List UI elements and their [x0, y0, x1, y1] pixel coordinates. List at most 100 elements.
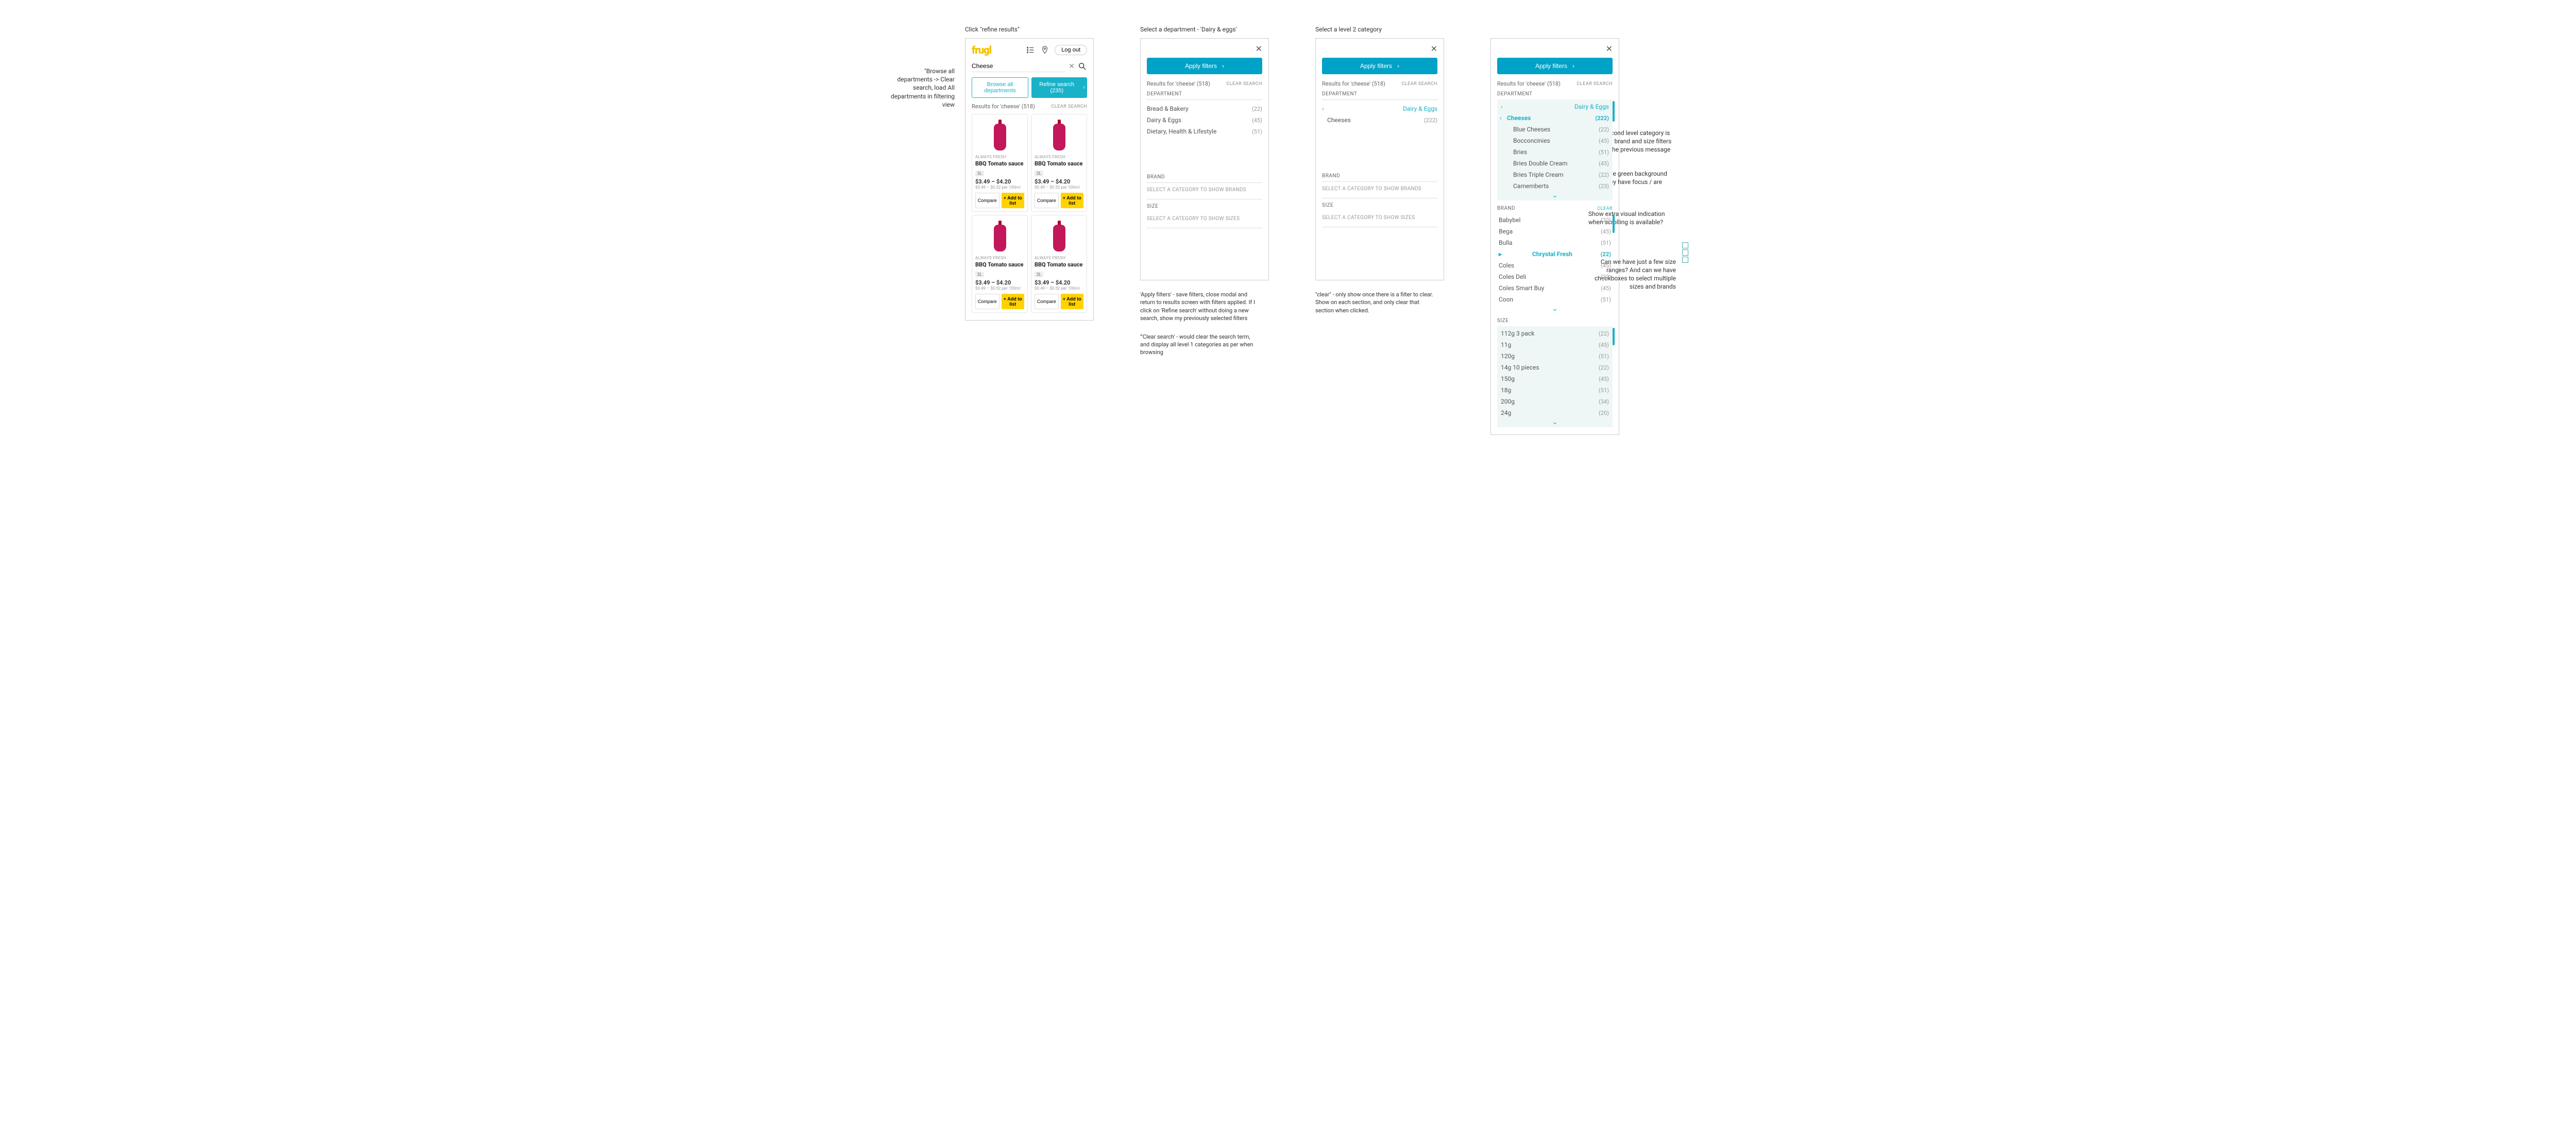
brand-placeholder: SELECT A CATEGORY TO SHOW BRANDS — [1322, 182, 1437, 193]
dept-row[interactable]: Dietary, Health & Lifestyle(51) — [1147, 126, 1262, 137]
category-row-cheeses[interactable]: Cheeses(222) — [1322, 114, 1437, 126]
compare-button[interactable]: Compare — [1035, 294, 1059, 309]
location-icon[interactable] — [1040, 45, 1049, 55]
brand-row[interactable]: ▸Chrystal Fresh(22) — [1499, 248, 1611, 260]
apply-label: Apply filters — [1360, 62, 1392, 70]
size-row[interactable]: 14g 10 pieces(22) — [1501, 362, 1609, 373]
brand-header: BRAND — [1322, 173, 1437, 182]
product-price: $3.49 – $4.20 — [975, 178, 1024, 185]
brand-row[interactable]: Bulla(51) — [1499, 237, 1611, 248]
product-size: 2L — [1035, 171, 1043, 176]
product-name: BBQ Tomato sauce — [1035, 160, 1083, 167]
department-header: DEPARTMENT — [1147, 91, 1262, 100]
product-image — [975, 219, 1024, 254]
size-placeholder: SELECT A CATEGORY TO SHOW SIZES — [1147, 212, 1262, 223]
size-row[interactable]: 150g(45) — [1501, 373, 1609, 384]
apply-label: Apply filters — [1535, 62, 1567, 70]
compare-button[interactable]: Compare — [975, 294, 999, 309]
compare-button[interactable]: Compare — [975, 193, 999, 208]
product-unit-price: $0.49 – $0.52 per 100ml — [975, 185, 1024, 190]
department-header: DEPARTMENT — [1322, 91, 1437, 100]
scrollbar-icon[interactable] — [1613, 328, 1615, 345]
scrollbar-icon[interactable] — [1613, 101, 1615, 122]
dept-back-row[interactable]: Dairy & Eggs — [1501, 101, 1609, 112]
show-more-sizes[interactable]: ⌄ — [1501, 418, 1609, 426]
dept-row[interactable]: Dairy & Eggs(45) — [1147, 114, 1262, 126]
product-size: 2L — [1035, 272, 1043, 277]
size-placeholder: SELECT A CATEGORY TO SHOW SIZES — [1322, 211, 1437, 222]
subcat-row[interactable]: Bries Triple Cream(22) — [1507, 169, 1609, 180]
scrollbar-icon[interactable] — [1613, 214, 1615, 233]
size-row[interactable]: 200g(34) — [1501, 396, 1609, 407]
logout-button[interactable]: Log out — [1055, 45, 1087, 55]
add-to-list-button[interactable]: + Add to list — [1002, 294, 1025, 309]
close-icon[interactable]: ✕ — [1431, 44, 1437, 54]
hint-checkbox — [1682, 242, 1688, 248]
clear-search-link[interactable]: CLEAR SEARCH — [1401, 81, 1437, 87]
list-icon[interactable] — [1026, 45, 1035, 55]
product-brand: ALWAYS FRESH — [975, 256, 1024, 260]
add-to-list-button[interactable]: + Add to list — [1061, 193, 1084, 208]
add-to-list-button[interactable]: + Add to list — [1061, 294, 1084, 309]
product-unit-price: $0.49 – $0.52 per 100ml — [975, 286, 1024, 291]
search-icon[interactable] — [1078, 62, 1087, 71]
department-scroll-block[interactable]: Dairy & Eggs ‹ Cheeses(222) Blue Cheeses… — [1497, 99, 1613, 200]
brand-row[interactable]: Bega(45) — [1499, 226, 1611, 237]
chevron-right-icon: › — [1572, 62, 1574, 70]
product-card: ALWAYS FRESH BBQ Tomato sauce 2L $3.49 –… — [1031, 114, 1087, 212]
subcat-row[interactable]: Bries(51) — [1507, 146, 1609, 158]
product-brand: ALWAYS FRESH — [1035, 155, 1083, 159]
product-card: ALWAYS FRESH BBQ Tomato sauce 2L $3.49 –… — [972, 114, 1028, 212]
product-unit-price: $0.49 – $0.52 per 100ml — [1035, 286, 1083, 291]
subcat-row[interactable]: Bries Double Cream(45) — [1507, 158, 1609, 169]
brand-row[interactable]: Babybel(22) — [1499, 214, 1611, 226]
product-name: BBQ Tomato sauce — [975, 261, 1024, 268]
category-cheeses-active[interactable]: ‹ Cheeses(222) — [1501, 112, 1609, 124]
hint-checkbox — [1682, 249, 1688, 256]
apply-filters-button[interactable]: Apply filters› — [1147, 58, 1262, 74]
product-name: BBQ Tomato sauce — [1035, 261, 1083, 268]
caption-apply: 'Apply filters' - save filters, close mo… — [1140, 291, 1259, 323]
clear-search-link[interactable]: CLEAR SEARCH — [1226, 81, 1262, 87]
size-row[interactable]: 11g(45) — [1501, 339, 1609, 350]
brand-row[interactable]: Coles(45) — [1499, 260, 1611, 271]
apply-filters-button[interactable]: Apply filters› — [1322, 58, 1437, 74]
subcat-row[interactable]: Camemberts(23) — [1507, 180, 1609, 192]
size-row[interactable]: 112g 3 pack(22) — [1501, 328, 1609, 339]
refine-search-button[interactable]: Refine search (235)› — [1031, 77, 1087, 98]
brand-row[interactable]: Coon(51) — [1499, 294, 1611, 305]
brand-placeholder: SELECT A CATEGORY TO SHOW BRANDS — [1147, 183, 1262, 194]
product-card: ALWAYS FRESH BBQ Tomato sauce 2L $3.49 –… — [972, 215, 1028, 313]
clear-search-link[interactable]: CLEAR SEARCH — [1051, 104, 1087, 109]
size-row[interactable]: 18g(51) — [1501, 384, 1609, 396]
caption-clear: "clear" - only show once there is a filt… — [1315, 291, 1434, 314]
screen-results: frugl Log out ✕ Brow — [965, 38, 1094, 321]
size-header: SIZE — [1497, 318, 1613, 326]
size-header: SIZE — [1147, 204, 1262, 212]
dept-back-row[interactable]: Dairy & Eggs — [1322, 103, 1437, 114]
subcat-row[interactable]: Blue Cheeses(22) — [1507, 124, 1609, 135]
product-brand: ALWAYS FRESH — [1035, 256, 1083, 260]
checkbox-hints — [1682, 242, 1688, 263]
add-to-list-button[interactable]: + Add to list — [1002, 193, 1025, 208]
clear-input-icon[interactable]: ✕ — [1069, 62, 1075, 71]
subcat-row[interactable]: Bocconcinies(45) — [1507, 135, 1609, 146]
search-input[interactable] — [972, 60, 1065, 72]
browse-all-button[interactable]: Browse all departments — [972, 77, 1028, 98]
compare-button[interactable]: Compare — [1035, 193, 1059, 208]
size-row[interactable]: 120g(51) — [1501, 350, 1609, 362]
show-more-brands[interactable]: ⌄ — [1499, 305, 1611, 312]
screen2-title: Select a department - 'Dairy & eggs' — [1140, 26, 1269, 33]
size-row[interactable]: 24g(20) — [1501, 407, 1609, 418]
size-scroll-block[interactable]: 112g 3 pack(22)11g(45)120g(51)14g 10 pie… — [1497, 326, 1613, 427]
product-price: $3.49 – $4.20 — [1035, 279, 1083, 286]
brand-row[interactable]: Coles Deli(22) — [1499, 271, 1611, 282]
logo: frugl — [972, 44, 991, 56]
results-count: Results for 'cheese' (518) — [972, 103, 1035, 110]
size-header: SIZE — [1322, 203, 1437, 211]
close-icon[interactable]: ✕ — [1256, 44, 1262, 54]
dept-row[interactable]: Bread & Bakery(22) — [1147, 103, 1262, 114]
show-more-dept[interactable]: ⌄ — [1501, 192, 1609, 199]
brand-row[interactable]: Coles Smart Buy(45) — [1499, 282, 1611, 294]
product-name: BBQ Tomato sauce — [975, 160, 1024, 167]
